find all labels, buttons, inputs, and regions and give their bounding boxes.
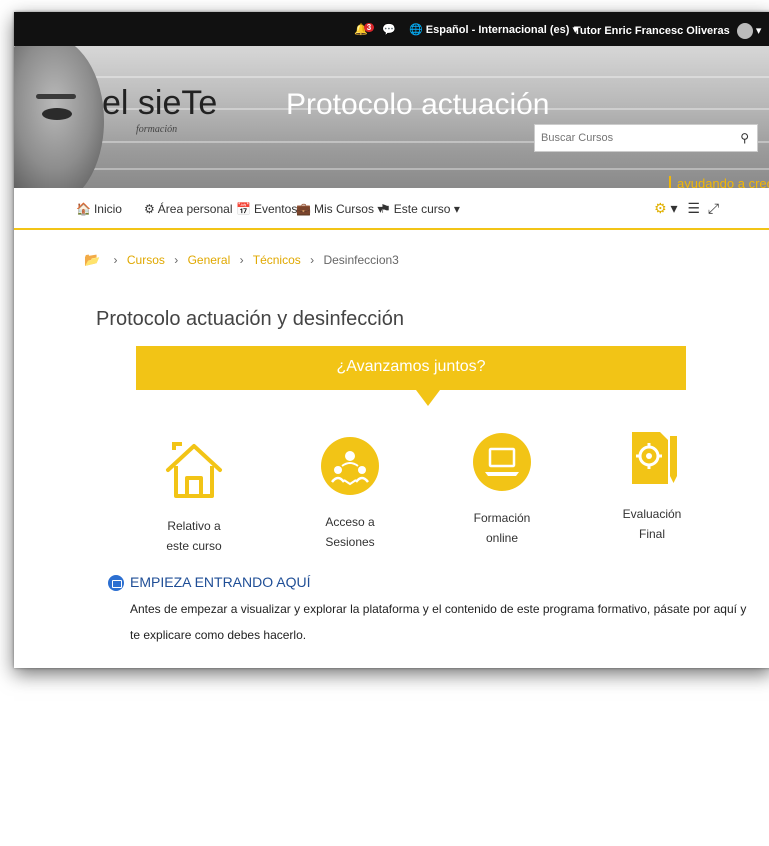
laptop-icon: [472, 432, 532, 492]
header-banner: el sieTe formación Protocolo actuación ⚲…: [14, 46, 769, 188]
breadcrumb-item-cursos[interactable]: Cursos: [127, 253, 165, 267]
caret-down-icon: ▾: [453, 202, 460, 216]
tile-label: Formación online: [473, 511, 531, 545]
banner-photo: [14, 46, 104, 188]
briefcase-icon: 💼: [296, 202, 311, 216]
tagline: ayudando a crecer: [669, 176, 769, 188]
nav-item-este-curso[interactable]: ⚑ Este curso ▾: [380, 202, 460, 216]
tile-formacion-online[interactable]: Formación online: [442, 432, 562, 548]
chat-icon: 💬: [382, 24, 396, 36]
calendar-icon: 📅: [236, 202, 251, 216]
notifications-button[interactable]: 🔔3: [354, 23, 375, 36]
breadcrumb: 📂 › Cursos › General › Técnicos › Desinf…: [84, 252, 399, 268]
nav-item-area-personal[interactable]: ⚙ Área personal: [144, 202, 232, 216]
nav-item-mis-cursos[interactable]: 💼 Mis Cursos ▾: [296, 202, 383, 216]
chevron-right-icon: ›: [310, 253, 315, 267]
breadcrumb-item-tecnicos[interactable]: Técnicos: [253, 253, 301, 267]
chevron-right-icon: ›: [113, 253, 118, 267]
user-name: Tutor Enric Francesc Oliveras: [574, 24, 730, 37]
expand-icon[interactable]: ⤢: [708, 200, 719, 216]
nav-tools: ⚙ ▾ ☰ ⤢: [654, 200, 719, 217]
callout-banner: ¿Avanzamos juntos?: [136, 346, 686, 390]
search-icon[interactable]: ⚲: [740, 131, 749, 145]
top-bar: 🔔3 💬 🌐 Español - Internacional (es) ▾ Tu…: [14, 12, 769, 46]
nav-item-inicio[interactable]: 🏠 Inicio: [76, 202, 122, 216]
house-icon: [164, 440, 224, 500]
user-menu[interactable]: Tutor Enric Francesc Oliveras ▾: [574, 23, 761, 39]
page-reflection: [14, 672, 769, 846]
browser-page: 🔔3 💬 🌐 Español - Internacional (es) ▾ Tu…: [14, 12, 769, 668]
callout-text: ¿Avanzamos juntos?: [336, 358, 486, 375]
evaluation-icon: [622, 428, 682, 488]
language-label: Español - Internacional (es): [425, 24, 570, 36]
site-logo[interactable]: el sieTe formación: [102, 84, 218, 135]
language-menu[interactable]: 🌐 Español - Internacional (es) ▾: [409, 23, 578, 36]
logo-subtitle: formación: [136, 124, 178, 135]
tile-label: Evaluación Final: [622, 507, 682, 541]
folder-icon: 📂: [84, 252, 101, 267]
caret-down-icon: ▾: [755, 24, 762, 37]
logo-text: el sieTe: [102, 84, 218, 122]
browser-icon: [108, 575, 124, 592]
page-title: Protocolo actuación y desinfección: [96, 308, 404, 330]
globe-icon: 🌐: [409, 24, 423, 36]
avatar: [736, 23, 753, 39]
chevron-right-icon: ›: [239, 253, 244, 267]
search-box: ⚲: [534, 124, 758, 152]
breadcrumb-item-general[interactable]: General: [188, 253, 231, 267]
section-description: Antes de empezar a visualizar y explorar…: [130, 602, 747, 642]
home-icon: 🏠: [76, 202, 91, 216]
nav-item-eventos[interactable]: 📅 Eventos: [236, 202, 297, 216]
sitemap-icon: ⚑: [380, 202, 391, 216]
people-icon: [320, 436, 380, 496]
caret-down-icon[interactable]: ▾: [670, 200, 677, 216]
list-icon[interactable]: ☰: [687, 200, 700, 216]
section-heading-text: EMPIEZA ENTRANDO AQUÍ: [130, 574, 311, 590]
tile-label: Acceso a Sesiones: [325, 515, 375, 549]
gear-icon[interactable]: ⚙: [654, 200, 667, 216]
nav-item-label: Mis Cursos: [313, 202, 374, 216]
tile-evaluacion-final[interactable]: Evaluación Final: [592, 428, 712, 544]
notification-badge: 3: [363, 23, 375, 32]
tile-label: Relativo a este curso: [166, 519, 222, 553]
banner-title: Protocolo actuación: [286, 88, 550, 121]
search-input[interactable]: [535, 125, 723, 151]
callout-arrow: [416, 390, 440, 406]
main-nav: 🏠 Inicio ⚙ Área personal 📅 Eventos 💼 Mis Cur…: [14, 188, 769, 230]
nav-item-label: Este curso: [393, 202, 451, 216]
breadcrumb-current: Desinfeccion3: [323, 253, 399, 267]
messages-button[interactable]: 💬: [382, 23, 396, 36]
nav-item-label: Eventos: [253, 202, 298, 216]
dashboard-icon: ⚙: [144, 202, 155, 216]
section-heading[interactable]: EMPIEZA ENTRANDO AQUÍ: [108, 574, 311, 592]
nav-item-label: Área personal: [157, 202, 233, 216]
chevron-right-icon: ›: [174, 253, 179, 267]
nav-item-label: Inicio: [93, 202, 122, 216]
tile-acceso-sesiones[interactable]: Acceso a Sesiones: [290, 436, 410, 552]
tile-relativo-curso[interactable]: Relativo a este curso: [134, 440, 254, 556]
